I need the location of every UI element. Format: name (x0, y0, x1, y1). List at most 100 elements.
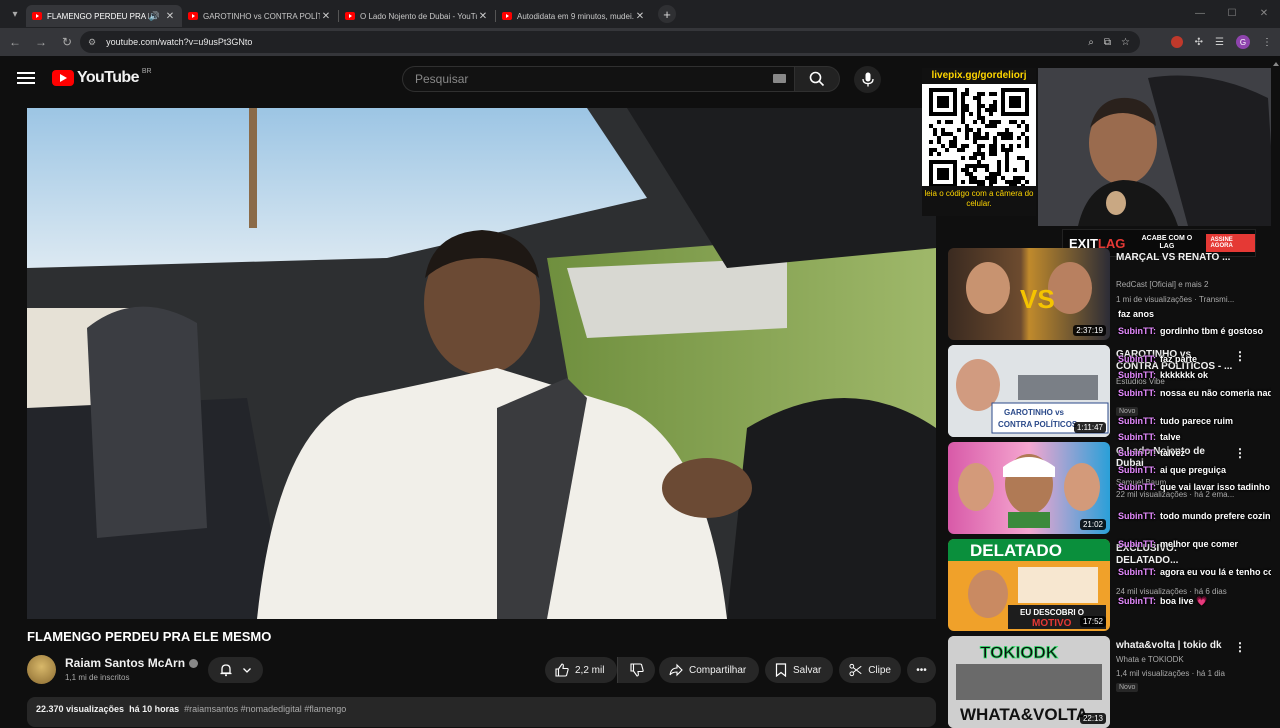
search-button[interactable] (794, 66, 840, 92)
chat-message: SubinTT: ai que preguiça (1118, 465, 1226, 476)
save-button[interactable]: Salvar (765, 657, 833, 683)
reload-icon[interactable]: ↻ (56, 31, 78, 53)
page-scrollbar[interactable] (1271, 60, 1280, 720)
reading-list-icon[interactable]: ☰ (1215, 37, 1224, 48)
browser-menu-icon[interactable]: ⋮ (1262, 37, 1272, 48)
recommendation-thumbnail[interactable]: GAROTINHO vs CONTRA POLÍTICOS 1:11:47 (948, 345, 1110, 437)
chat-user: SubinTT: (1118, 388, 1156, 398)
like-count: 2,2 mil (575, 664, 605, 676)
webcam-overlay (1038, 68, 1276, 226)
duration-badge: 17:52 (1079, 616, 1106, 627)
svg-text:CONTRA POLÍTICOS: CONTRA POLÍTICOS (998, 420, 1078, 429)
close-tab-icon[interactable]: ✕ (164, 11, 176, 22)
extensions-puzzle-icon[interactable]: ✣ (1195, 37, 1203, 48)
search-input[interactable]: Pesquisar (402, 66, 794, 92)
chat-text: kkkkkkk ok (1160, 370, 1209, 380)
recommendation-thumbnail[interactable]: 21:02 (948, 442, 1110, 534)
url-field[interactable]: ⚙ youtube.com/watch?v=u9usPt3GNto ⌕ ⧉ ☆ (80, 31, 1140, 53)
qr-code-image (929, 88, 1029, 188)
speaker-icon[interactable]: 🔊 (149, 11, 160, 22)
country-code: BR (141, 67, 152, 75)
new-badge: Novo (1116, 683, 1139, 692)
microphone-icon (861, 72, 874, 87)
recommendation-channel: RedCast [Oficial] e mais 2 (1116, 280, 1209, 289)
recommendation-thumbnail[interactable]: DELATADO EU DESCOBRI O MOTIVO 17:52 (948, 539, 1110, 631)
site-info-icon[interactable]: ⚙ (88, 37, 96, 48)
recommendation-meta: 1,4 mil visualizações · há 1 dia (1116, 669, 1225, 678)
tab-search-icon[interactable]: ▾ (4, 3, 26, 25)
youtube-logo[interactable]: YouTube BR (52, 67, 152, 87)
recommendation-thumbnail[interactable]: VS 2:37:19 (948, 248, 1110, 340)
browser-tab-1[interactable]: FLAMENGO PERDEU PRA ELE MESMO 🔊 ✕ (26, 5, 182, 27)
share-label: Compartilhar (689, 664, 747, 676)
chat-user: SubinTT: (1118, 416, 1156, 426)
view-count: 22.370 visualizações (36, 704, 125, 714)
verified-icon (189, 659, 199, 669)
chevron-down-icon (243, 668, 252, 673)
notification-bell-button[interactable] (208, 657, 263, 683)
chat-message: SubinTT: talve (1118, 432, 1181, 443)
chat-text: ai que preguiça (1160, 465, 1227, 475)
maximize-icon[interactable]: ☐ (1216, 0, 1248, 26)
recommendation-channel: Whata e TOKIODK (1116, 655, 1184, 664)
forward-icon[interactable]: → (30, 31, 52, 53)
recommendation-thumbnail[interactable]: TOKIODK WHATA&VOLTA 22:13 (948, 636, 1110, 728)
browser-tab-4[interactable]: Autodidata em 9 minutos, mudei... ✕ (496, 5, 652, 27)
youtube-favicon-icon (345, 12, 355, 20)
dislike-button[interactable] (617, 657, 655, 683)
share-icon (669, 663, 683, 677)
close-tab-icon[interactable]: ✕ (320, 11, 332, 22)
voice-search-button[interactable] (854, 66, 881, 93)
chat-user: SubinTT: (1118, 354, 1156, 364)
bookmark-star-icon[interactable]: ☆ (1121, 37, 1130, 48)
channel-avatar[interactable] (27, 655, 56, 684)
save-label: Salvar (793, 664, 822, 676)
hashtags[interactable]: #raiamsantos #nomadedigital #flamengo (184, 704, 346, 714)
description-box[interactable]: 22.370 visualizações há 10 horas #raiams… (27, 697, 936, 727)
chat-user: SubinTT: (1118, 596, 1156, 606)
new-tab-button[interactable]: + (658, 5, 676, 23)
chat-text: que vai lavar isso tadinho (1160, 482, 1271, 492)
video-player[interactable] (27, 108, 936, 619)
more-vert-icon[interactable]: ⋮ (1234, 640, 1246, 654)
more-actions-button[interactable]: ••• (907, 657, 936, 683)
more-vert-icon[interactable]: ⋮ (1234, 349, 1246, 363)
youtube-favicon-icon (188, 12, 198, 20)
bookmark-icon (775, 663, 787, 677)
scroll-up-icon[interactable] (1273, 62, 1279, 66)
zoom-icon[interactable]: ⌕ (1088, 37, 1094, 48)
minimize-icon[interactable]: — (1184, 0, 1216, 26)
duration-badge: 1:11:47 (1073, 422, 1106, 433)
address-bar-row: ← → ↻ ⚙ youtube.com/watch?v=u9usPt3GNto … (0, 28, 1280, 56)
chat-user: SubinTT: (1118, 539, 1156, 549)
more-vert-icon[interactable]: ⋮ (1234, 446, 1246, 460)
keyboard-icon[interactable] (773, 74, 786, 83)
back-icon[interactable]: ← (4, 31, 26, 53)
extension-icon[interactable] (1170, 36, 1183, 48)
channel-name-link[interactable]: Raiam Santos McArn (65, 656, 199, 670)
url-text: youtube.com/watch?v=u9usPt3GNto (106, 37, 253, 47)
recommendation-title: MARÇAL VS RENATO ... (1116, 252, 1231, 263)
close-tab-icon[interactable]: ✕ (477, 11, 489, 22)
recommendation-item[interactable]: DELATADO EU DESCOBRI O MOTIVO 17:52 EXCLUS… (948, 539, 1248, 631)
tab-title: FLAMENGO PERDEU PRA ELE MESMO (47, 11, 149, 21)
hamburger-menu-icon[interactable] (17, 70, 35, 86)
profile-avatar[interactable]: G (1236, 35, 1250, 49)
chat-user: SubinTT: (1118, 448, 1156, 458)
svg-text:DELATADO: DELATADO (970, 541, 1062, 560)
recommendation-item[interactable]: TOKIODK WHATA&VOLTA 22:13 whata&volta | t… (948, 636, 1248, 728)
browser-tab-3[interactable]: O Lado Nojento de Dubai - YouTube ✕ (339, 5, 495, 27)
like-button[interactable]: 2,2 mil (545, 657, 617, 683)
chat-message: faz anos (1118, 309, 1154, 320)
channel-name: Raiam Santos McArn (65, 656, 186, 670)
scissors-icon (849, 663, 862, 677)
close-tab-icon[interactable]: ✕ (634, 11, 646, 22)
browser-tab-2[interactable]: GAROTINHO vs CONTRA POLÍTICOS ✕ (182, 5, 338, 27)
share-button[interactable]: Compartilhar (659, 657, 759, 683)
chat-text: agora eu vou lá e tenho coisa pra fazer (1160, 567, 1280, 577)
clip-button[interactable]: Clipe (839, 657, 901, 683)
install-app-icon[interactable]: ⧉ (1104, 37, 1111, 48)
close-window-icon[interactable]: ✕ (1248, 0, 1280, 26)
chat-message: SubinTT: todo mundo prefere cozinhar (1118, 511, 1280, 522)
chat-text: nossa eu não comeria nada dai (1160, 388, 1280, 398)
